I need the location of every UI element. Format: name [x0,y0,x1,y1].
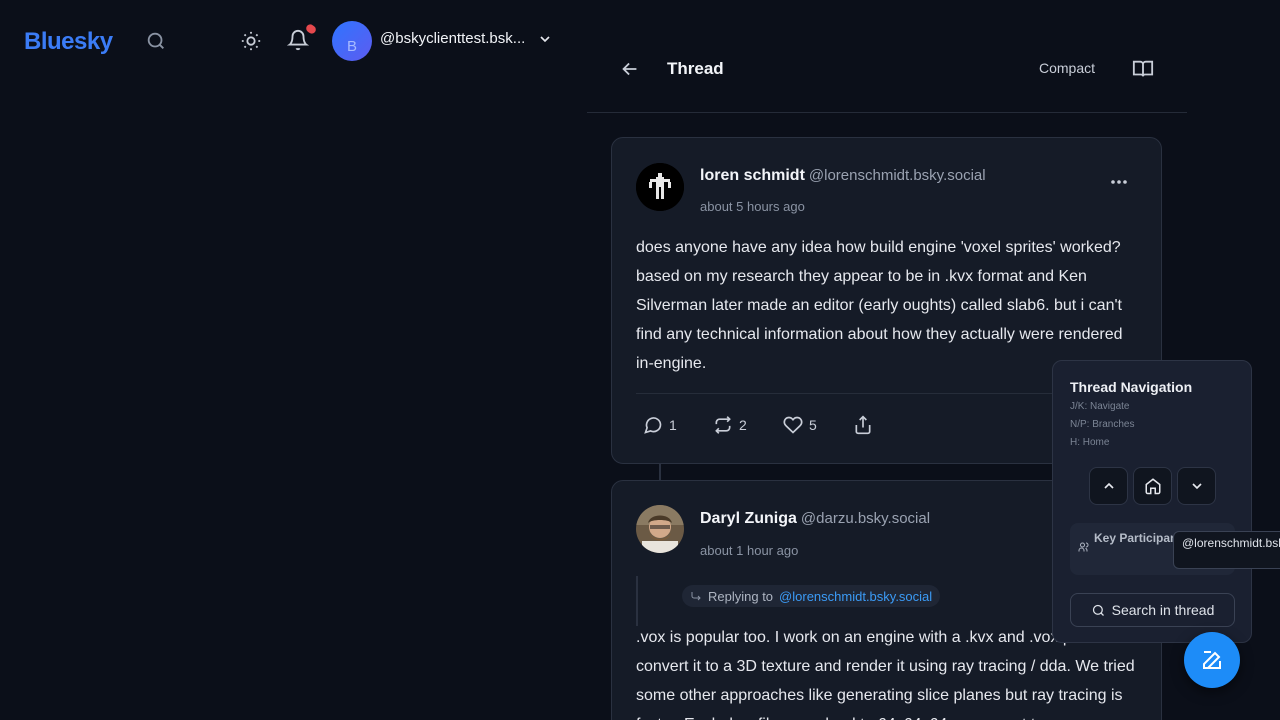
search-in-thread-label: Search in thread [1111,602,1215,618]
chevron-down-icon[interactable] [537,31,553,47]
reader-mode-book-icon[interactable] [1132,58,1154,80]
repost-icon [715,416,731,434]
share-icon [855,415,871,435]
like-button[interactable]: 5 [783,415,817,435]
replying-to-label: Replying to [708,588,774,604]
reply-count: 1 [669,417,677,433]
author-avatar[interactable] [636,505,684,553]
back-arrow-icon[interactable] [619,58,641,80]
heart-icon [783,416,803,434]
navigate-up-button[interactable] [1089,467,1128,505]
search-in-thread-button[interactable]: Search in thread [1070,593,1235,627]
search-icon[interactable] [142,27,170,55]
author-handle[interactable]: @lorenschmidt.bsky.social [809,167,986,184]
more-options-icon[interactable] [1109,174,1129,190]
like-count: 5 [809,417,817,433]
thread-navigation-title: Thread Navigation [1070,379,1193,395]
reply-button[interactable]: 1 [643,415,677,435]
app-logo[interactable]: Bluesky [24,28,113,56]
thread-navigation-panel: Thread Navigation J/K: Navigate N/P: Bra… [1052,360,1280,643]
author-name-text[interactable]: Daryl Zuniga [700,510,797,527]
post-author-name[interactable]: Daryl Zuniga @darzu.bsky.social [700,510,930,528]
post-body: does anyone have any idea how build engi… [636,239,1123,372]
chevron-up-icon [1103,482,1114,489]
compose-pencil-icon [1203,651,1221,669]
reply-icon [644,417,662,434]
replying-to-pill[interactable]: Replying to @lorenschmidt.bsky.social [682,585,941,607]
user-handle[interactable]: @bskyclienttest.bsk... [380,30,525,47]
thread-header: Thread Compact [587,24,1187,113]
participant-chip[interactable]: @lorenschmidt.bsky.social (1) [1173,531,1280,569]
post-timestamp[interactable]: about 1 hour ago [700,543,798,558]
post-author-name[interactable]: loren schmidt @lorenschmidt.bsky.social [700,167,986,185]
chevron-down-icon [1191,483,1202,490]
user-avatar[interactable]: B [332,21,372,61]
author-name-text[interactable]: loren schmidt [700,167,805,184]
navigate-home-button[interactable] [1133,467,1172,505]
share-button[interactable] [853,415,873,435]
shortcut-hint: J/K: Navigate [1070,401,1130,412]
author-avatar[interactable] [636,163,684,211]
search-icon [1092,604,1104,616]
navigate-down-button[interactable] [1177,467,1216,505]
reply-arrow-icon [691,592,701,601]
repost-button[interactable]: 2 [713,415,747,435]
avatar-letter: B [346,38,357,55]
replying-to-link[interactable]: @lorenschmidt.bsky.social [779,589,932,604]
shortcut-hint: N/P: Branches [1070,419,1135,430]
shortcut-hint: H: Home [1070,437,1110,448]
thread-connector-line [659,463,661,481]
compose-post-button[interactable] [1184,632,1240,688]
author-handle[interactable]: @darzu.bsky.social [801,510,930,527]
home-icon [1145,478,1160,495]
compact-toggle-button[interactable]: Compact [1039,60,1095,76]
repost-count: 2 [739,417,747,433]
post-timestamp[interactable]: about 5 hours ago [700,199,805,214]
users-icon [1078,542,1089,552]
theme-toggle-sun-icon[interactable] [237,27,265,55]
page-title: Thread [667,59,724,78]
